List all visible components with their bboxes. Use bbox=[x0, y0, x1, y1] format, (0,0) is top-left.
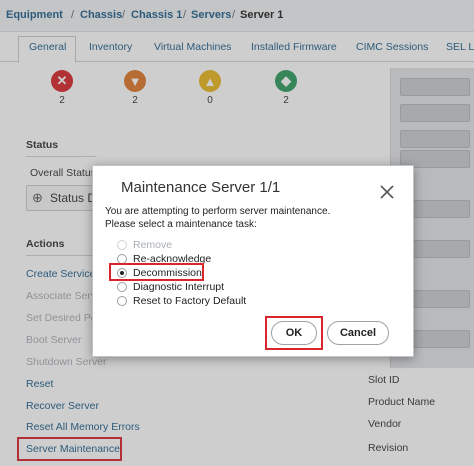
close-icon[interactable] bbox=[379, 184, 395, 200]
option-remove: Remove bbox=[117, 239, 172, 251]
radio-remove bbox=[117, 240, 127, 250]
option-diagnostic-interrupt-label: Diagnostic Interrupt bbox=[133, 281, 225, 293]
radio-decommission[interactable] bbox=[117, 268, 127, 278]
radio-reset-to-factory-default[interactable] bbox=[117, 296, 127, 306]
option-remove-label: Remove bbox=[133, 239, 173, 251]
dialog-message-line-2: Please select a maintenance task: bbox=[105, 219, 257, 230]
ok-button[interactable]: OK bbox=[271, 321, 317, 345]
maintenance-dialog: Maintenance Server 1/1 You are attemptin… bbox=[92, 165, 414, 357]
radio-diagnostic-interrupt[interactable] bbox=[117, 282, 127, 292]
dialog-title: Maintenance Server 1/1 bbox=[121, 179, 281, 196]
dialog-message-line-1: You are attempting to perform server mai… bbox=[105, 206, 331, 217]
option-reset-to-factory-default[interactable]: Reset to Factory Default bbox=[117, 295, 246, 307]
cancel-button[interactable]: Cancel bbox=[327, 321, 389, 345]
option-decommission-label: Decommission bbox=[133, 267, 202, 279]
option-reset-to-factory-default-label: Reset to Factory Default bbox=[133, 295, 247, 307]
option-decommission[interactable]: Decommission bbox=[117, 267, 202, 279]
option-diagnostic-interrupt[interactable]: Diagnostic Interrupt bbox=[117, 281, 224, 293]
